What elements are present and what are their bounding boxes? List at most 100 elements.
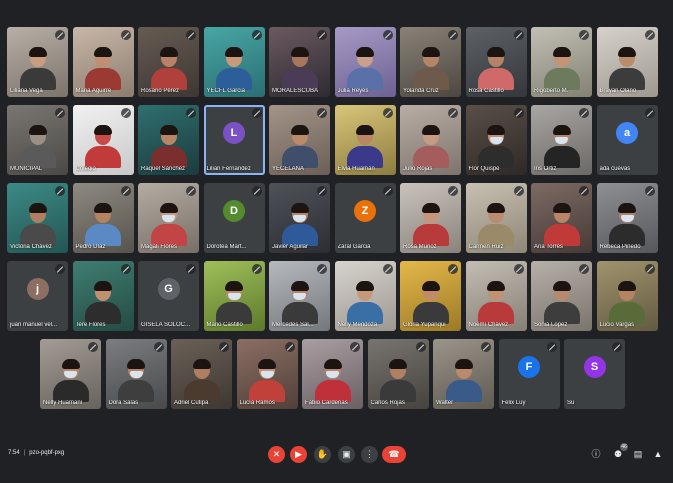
mic-button[interactable]: ✕	[268, 446, 285, 463]
participant-tile[interactable]: Yolanda Cruz	[400, 27, 461, 97]
participant-name: Raquel Sánchez	[141, 166, 186, 172]
participant-tile[interactable]: Julia Reyes	[334, 27, 396, 97]
more-options-button[interactable]: ⋮	[361, 446, 378, 463]
participant-tile[interactable]: Flor Quispe	[465, 105, 527, 175]
participant-tile[interactable]: F Felix Luy	[498, 339, 560, 409]
people-count-badge: 46	[620, 443, 628, 451]
participant-tile[interactable]: Julio Rojas	[400, 105, 461, 175]
participant-tile[interactable]: Brayan Olano	[596, 27, 658, 97]
participant-tile[interactable]: Lucio Vargas	[596, 261, 658, 331]
meeting-details-button[interactable]: ⓘ	[590, 448, 602, 460]
participant-name: Maria Aguirre	[75, 88, 112, 94]
participant-tile[interactable]: MORALESCUBA	[269, 27, 330, 97]
hang-up-icon: ☎	[388, 449, 400, 459]
participant-name: Carmen Ruiz	[468, 244, 504, 250]
participant-tile[interactable]: S Su	[564, 339, 625, 409]
more-icon: ⋮	[365, 449, 374, 459]
participant-tile[interactable]: Mercedes Sal...	[269, 261, 330, 331]
mic-off-icon	[186, 186, 196, 196]
participant-name: Dorotea Mart...	[206, 244, 247, 250]
participant-avatar: Z	[354, 200, 376, 222]
participant-tile[interactable]: Mario Castillo	[203, 261, 265, 331]
mic-off-icon	[382, 108, 393, 118]
mic-off-icon	[55, 264, 65, 274]
participant-avatar: S	[583, 356, 606, 378]
participant-tile[interactable]: Gloria Yupanqui	[400, 261, 461, 331]
participant-tile[interactable]: Pedro Díaz	[72, 183, 134, 253]
participant-tile[interactable]: YECELANA	[269, 105, 330, 175]
participant-name: Rosa Castillo	[468, 88, 504, 94]
participant-tile[interactable]: L Lilian Fernández	[203, 105, 265, 175]
participant-tile[interactable]: Elvia Huamán	[334, 105, 396, 175]
participant-name: MUNICIPAL	[10, 166, 43, 172]
participant-tile[interactable]: Victoria Chávez	[7, 183, 68, 253]
raise-hand-button[interactable]: ✋	[314, 446, 331, 463]
leave-call-button[interactable]: ☎	[382, 446, 406, 463]
participant-tile[interactable]: Iris Ortiz	[531, 105, 592, 175]
participant-tile[interactable]: Lucía Ramos	[236, 339, 298, 409]
participant-name: Adriel Cutipa	[174, 400, 209, 406]
participant-tile[interactable]: Magali Flores	[138, 183, 199, 253]
mic-off-icon	[579, 108, 589, 118]
participant-tile[interactable]: Z Zaral Garcia	[334, 183, 396, 253]
participant-tile[interactable]: Rosa Muñoz	[400, 183, 461, 253]
mic-off-icon	[448, 30, 458, 40]
participant-name: Mercedes Sal...	[272, 322, 314, 328]
participant-tile[interactable]: MUNICIPAL	[7, 105, 68, 175]
mic-off-icon	[448, 264, 458, 274]
participant-tile[interactable]: Rosa Castillo	[465, 27, 527, 97]
participant-tile[interactable]: Rosario Pérez	[138, 27, 199, 97]
participant-tile[interactable]: Dora Salas	[105, 339, 167, 409]
mic-off-icon	[644, 264, 655, 274]
present-button[interactable]: ▣	[338, 446, 355, 463]
participant-name: Pedro Díaz	[75, 244, 106, 250]
participant-tile[interactable]: D Dorotea Mart...	[203, 183, 265, 253]
meet-window: Liliana Vega Maria Aguirre Rosario Pérez YE…	[0, 0, 673, 483]
mic-off-icon	[219, 342, 229, 352]
mic-off-icon	[251, 108, 262, 118]
participant-tile[interactable]: Liliana Vega	[7, 27, 68, 97]
people-button[interactable]: ⚉ 46	[612, 443, 628, 460]
participant-tile[interactable]: Maria Aguirre	[72, 27, 134, 97]
participant-name: Julia Reyes	[337, 88, 369, 94]
participant-avatar: a	[616, 122, 638, 144]
people-icon: ⚉	[613, 449, 623, 459]
participant-name: Ana Torres	[534, 244, 563, 250]
participant-tile[interactable]: Ana Torres	[531, 183, 592, 253]
participant-name: Felix Luy	[501, 400, 526, 406]
camera-button[interactable]: ▶	[290, 446, 307, 463]
participant-tile[interactable]: YECFL Garcia	[203, 27, 265, 97]
participant-name: Walter	[436, 400, 454, 406]
participant-tile[interactable]: G GISELA SOLOC...	[138, 261, 199, 331]
participant-tile[interactable]: j juan manuel vel...	[7, 261, 68, 331]
participant-name: Tere Flores	[75, 322, 106, 328]
participant-tile[interactable]: Carmen Ruiz	[465, 183, 527, 253]
participant-name: Rebeca Pinedo	[599, 244, 641, 250]
participant-tile[interactable]: Tere Flores	[72, 261, 134, 331]
participant-name: Magali Flores	[141, 244, 178, 250]
participant-tile[interactable]: Noemí Chávez	[465, 261, 527, 331]
meeting-code[interactable]: pzo-pqbf-pxg	[29, 450, 64, 456]
participant-tile[interactable]: Nelly Huamaní	[40, 339, 101, 409]
mic-off-icon	[513, 108, 524, 118]
participant-name: YECELANA	[272, 166, 305, 172]
activities-button[interactable]: ▲	[652, 448, 664, 460]
participant-tile[interactable]: Carlos Rojas	[367, 339, 429, 409]
participant-avatar: F	[518, 356, 540, 378]
participant-tile[interactable]: Nelly Mendoza	[334, 261, 396, 331]
mic-off-icon	[55, 108, 65, 118]
participant-tile[interactable]: Sonia Lopez	[531, 261, 592, 331]
participant-tile[interactable]: Raquel Sánchez	[138, 105, 199, 175]
mic-off-icon	[251, 30, 262, 40]
participant-tile[interactable]: Rigoberto M.	[531, 27, 592, 97]
participant-tile[interactable]: Walter	[433, 339, 494, 409]
participant-tile[interactable]: a ada cuevas	[596, 105, 658, 175]
participant-tile[interactable]: Adriel Cutipa	[171, 339, 232, 409]
present-icon: ▣	[342, 449, 351, 459]
participant-tile[interactable]: Fabio Cardenas	[302, 339, 363, 409]
chat-button[interactable]: ▤	[632, 448, 644, 460]
participant-tile[interactable]: Javier Aguilar	[269, 183, 330, 253]
participant-tile[interactable]: Rebeca Pinedo	[596, 183, 658, 253]
participant-tile[interactable]: Colegio	[72, 105, 134, 175]
participant-name: Lilian Fernández	[206, 166, 251, 172]
